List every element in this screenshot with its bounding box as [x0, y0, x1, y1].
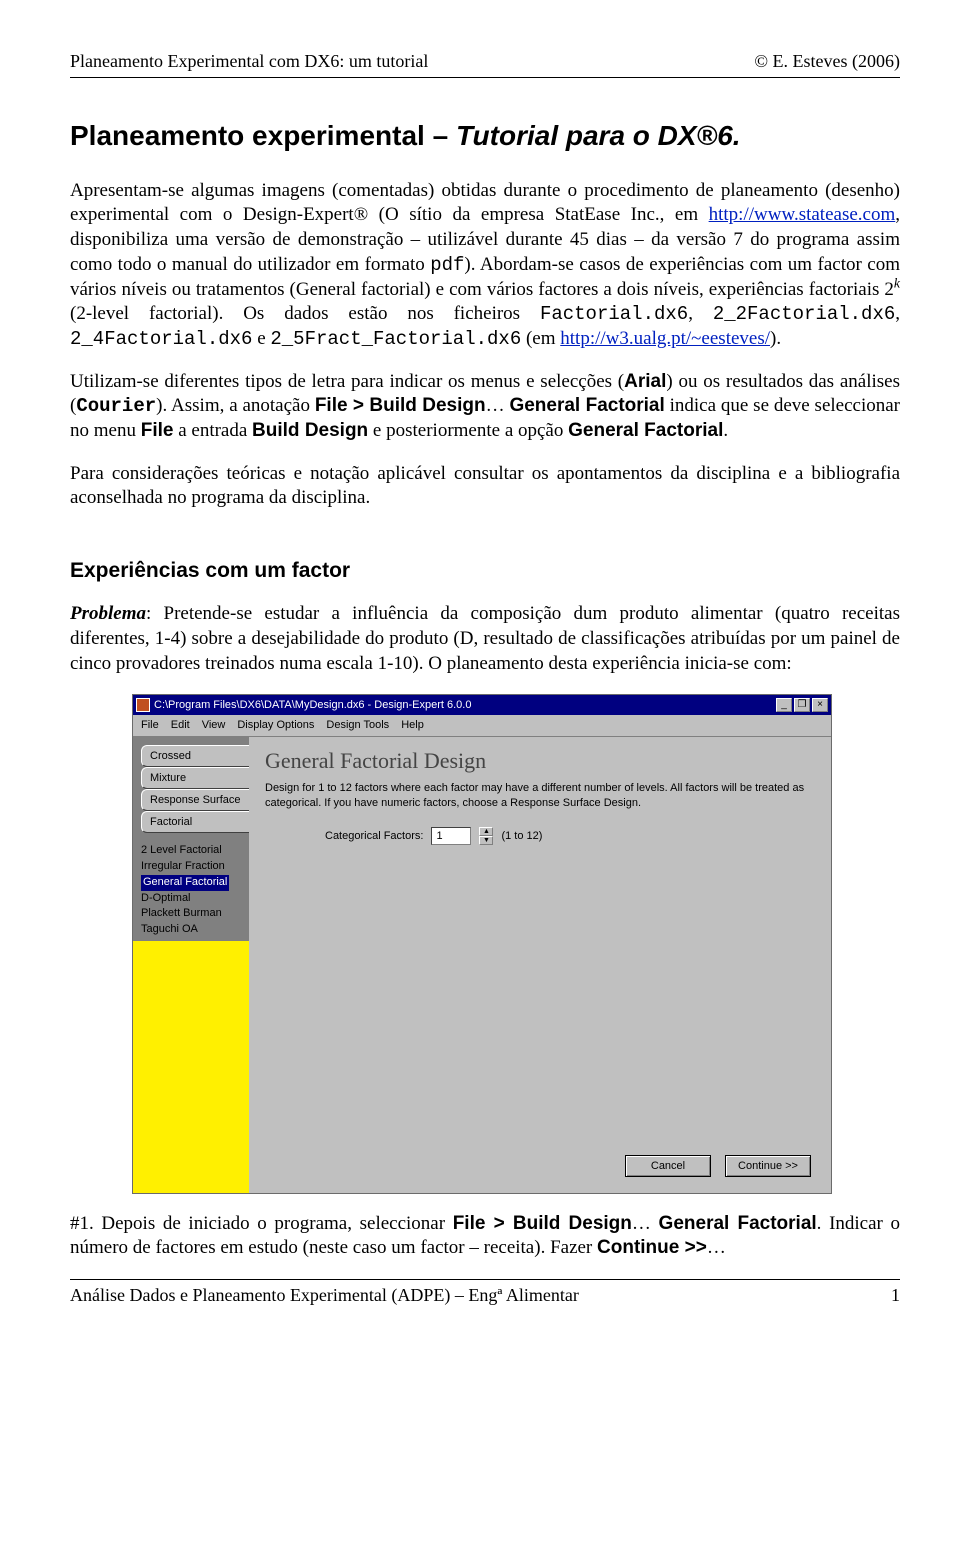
factors-hint: (1 to 12) [501, 829, 542, 843]
window-titlebar: C:\Program Files\DX6\DATA\MyDesign.dx6 -… [133, 695, 831, 715]
close-button[interactable]: × [812, 698, 828, 712]
page-footer: Análise Dados e Planeamento Experimental… [70, 1284, 900, 1307]
intro-paragraph-2: Utilizam-se diferentes tipos de letra pa… [70, 370, 900, 444]
minimize-button[interactable]: _ [776, 698, 792, 712]
chevron-up-icon[interactable]: ▲ [479, 827, 493, 836]
link-ualg[interactable]: http://w3.ualg.pt/~eesteves/ [560, 328, 770, 349]
footer-rule [70, 1279, 900, 1280]
maximize-button[interactable]: ❐ [794, 698, 810, 712]
panel-description: Design for 1 to 12 factors where each fa… [265, 781, 815, 811]
running-header: Planeamento Experimental com DX6: um tut… [70, 50, 900, 73]
tab-crossed[interactable]: Crossed [141, 745, 249, 767]
section-heading: Experiências com um factor [70, 557, 900, 584]
factors-label: Categorical Factors: [325, 829, 423, 843]
tab-response-surface[interactable]: Response Surface [141, 789, 249, 811]
intro-paragraph-1: Apresentam-se algumas imagens (comentada… [70, 179, 900, 352]
menu-display-options[interactable]: Display Options [237, 718, 314, 732]
menu-design-tools[interactable]: Design Tools [326, 718, 389, 732]
design-panel: General Factorial Design Design for 1 to… [249, 737, 831, 1193]
menu-file[interactable]: File [141, 718, 159, 732]
window-title: C:\Program Files\DX6\DATA\MyDesign.dx6 -… [154, 698, 471, 712]
sidebar-yellow-panel [133, 940, 249, 1192]
app-icon [136, 698, 150, 712]
step-1-paragraph: #1. Depois de iniciado o programa, selec… [70, 1212, 900, 1261]
menu-help[interactable]: Help [401, 718, 424, 732]
link-statease[interactable]: http://www.statease.com [709, 204, 896, 225]
factors-spinner[interactable]: ▲▼ [479, 827, 493, 845]
subtype-d-optimal[interactable]: D-Optimal [141, 891, 249, 907]
design-category-tabs: Crossed Mixture Response Surface Factori… [133, 737, 249, 1193]
tab-mixture[interactable]: Mixture [141, 767, 249, 789]
subtype-2level[interactable]: 2 Level Factorial [141, 843, 249, 859]
menubar: File Edit View Display Options Design To… [133, 715, 831, 736]
title-plain: Planeamento experimental – [70, 120, 456, 151]
subtype-irregular[interactable]: Irregular Fraction [141, 859, 249, 875]
factors-input[interactable]: 1 [431, 827, 471, 845]
subtype-plackett-burman[interactable]: Plackett Burman [141, 906, 249, 922]
header-right: © E. Esteves (2006) [754, 50, 900, 73]
panel-title: General Factorial Design [265, 747, 815, 776]
subtype-taguchi[interactable]: Taguchi OA [141, 922, 249, 938]
title-italic: Tutorial para o DX®6. [456, 120, 741, 151]
intro-paragraph-3: Para considerações teóricas e notação ap… [70, 462, 900, 511]
subtype-general-factorial[interactable]: General Factorial [141, 875, 229, 891]
factorial-subtypes: 2 Level Factorial Irregular Fraction Gen… [141, 843, 249, 939]
continue-button[interactable]: Continue >> [725, 1155, 811, 1177]
footer-pagenum: 1 [891, 1284, 900, 1307]
tab-factorial[interactable]: Factorial [141, 811, 249, 833]
page-title: Planeamento experimental – Tutorial para… [70, 118, 900, 154]
menu-view[interactable]: View [202, 718, 226, 732]
app-screenshot: C:\Program Files\DX6\DATA\MyDesign.dx6 -… [132, 694, 832, 1193]
problem-paragraph: Problema: Pretende-se estudar a influênc… [70, 602, 900, 676]
cancel-button[interactable]: Cancel [625, 1155, 711, 1177]
menu-edit[interactable]: Edit [171, 718, 190, 732]
header-rule [70, 77, 900, 78]
chevron-down-icon[interactable]: ▼ [479, 836, 493, 845]
footer-left: Análise Dados e Planeamento Experimental… [70, 1284, 579, 1307]
header-left: Planeamento Experimental com DX6: um tut… [70, 50, 428, 73]
